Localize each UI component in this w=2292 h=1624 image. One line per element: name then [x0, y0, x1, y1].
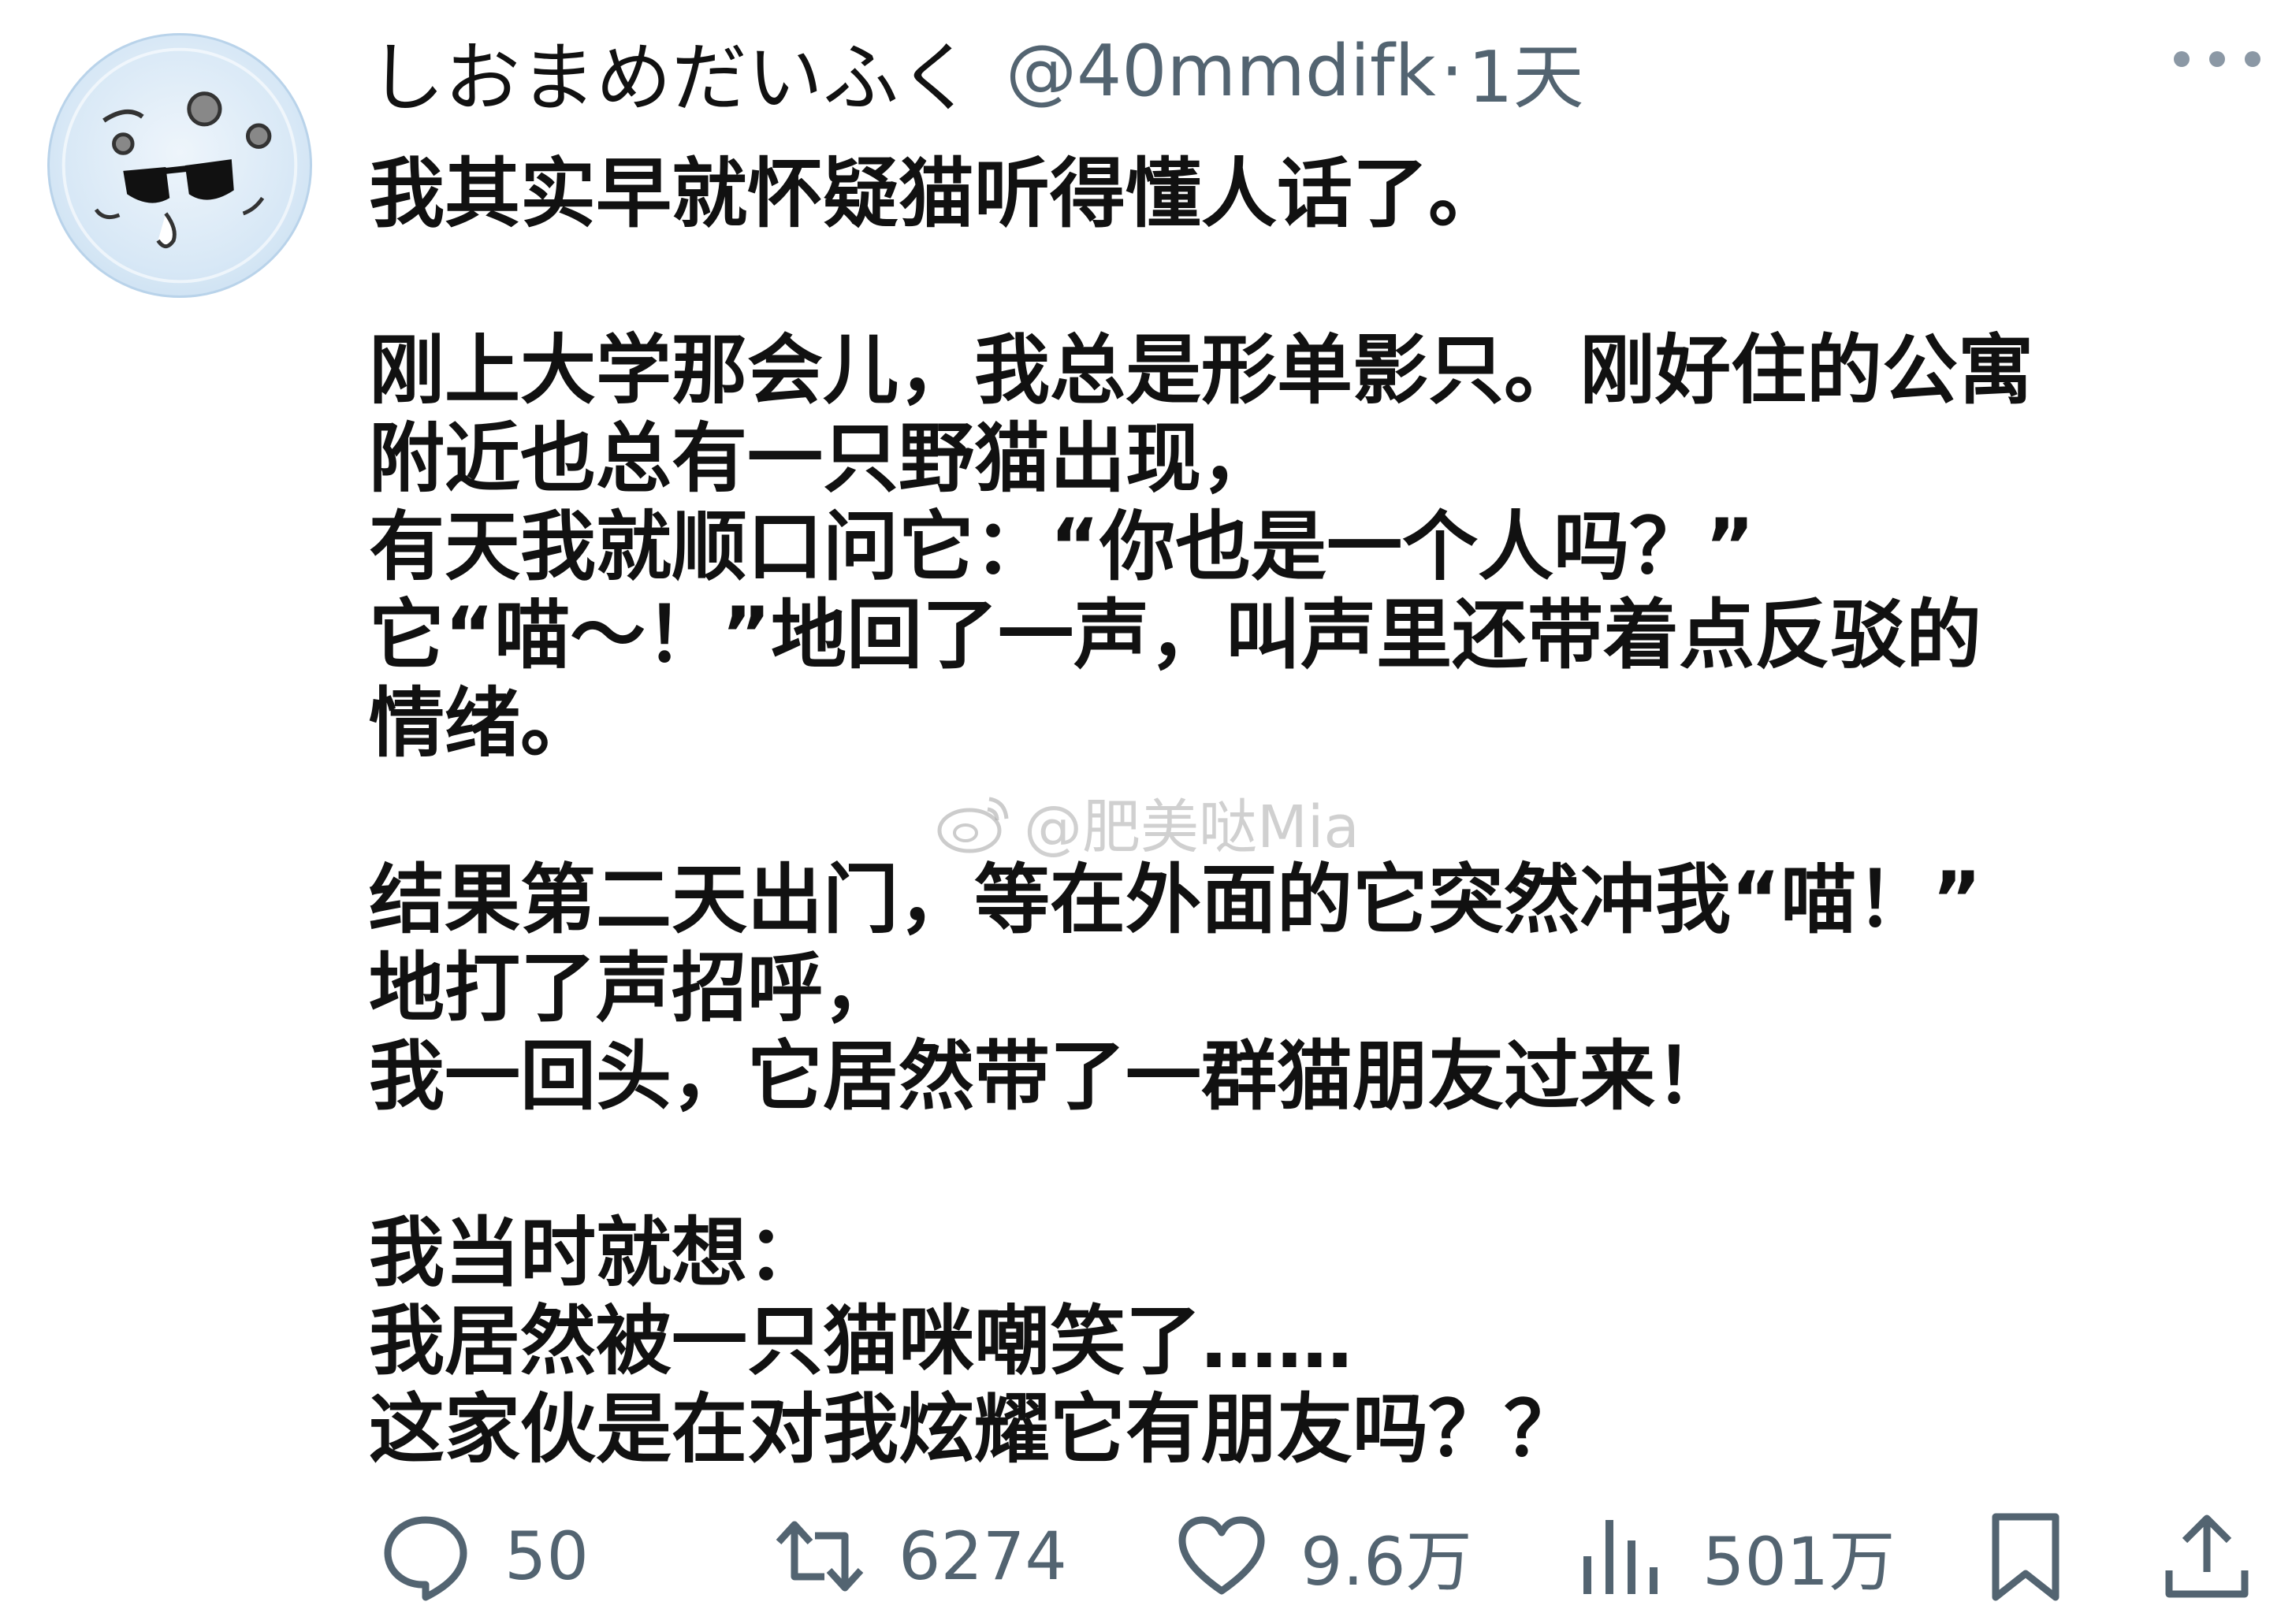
- avatar-face-icon: [61, 47, 298, 284]
- more-dots-icon[interactable]: [2174, 47, 2260, 71]
- text-line: 附近也总有一只野猫出现，: [369, 414, 1277, 503]
- like-button[interactable]: 9.6万: [1174, 1497, 1472, 1615]
- reply-button[interactable]: 50: [378, 1497, 589, 1615]
- bookmark-button[interactable]: [1978, 1497, 2073, 1615]
- paragraph-2: 刚上大学那会儿，我总是形单影只。刚好住的公寓 附近也总有一只野猫出现， 有天我就…: [369, 326, 2276, 767]
- retweet-button[interactable]: 6274: [772, 1497, 1067, 1615]
- text-line: 情绪。: [369, 679, 596, 767]
- text-line: 我一回头，它居然带了一群猫朋友过来！: [369, 1032, 1731, 1120]
- bar-chart-icon: [1583, 1520, 1658, 1594]
- text-line: 我当时就想：: [369, 1209, 823, 1297]
- post-header: しおまめだいふく @40mmdifk · 1天: [369, 16, 1584, 126]
- paragraph-4: 我当时就想： 我居然被一只猫咪嘲笑了…… 这家伙是在对我炫耀它有朋友吗？？: [369, 1209, 2276, 1473]
- text-line: 我居然被一只猫咪嘲笑了……: [369, 1297, 1353, 1385]
- text-line: 有天我就顺口问它：“你也是一个人吗？”: [369, 503, 1755, 591]
- heart-icon: [1178, 1516, 1265, 1595]
- views-button[interactable]: 501万: [1576, 1497, 1895, 1615]
- reply-bubble-icon: [384, 1516, 467, 1601]
- like-count: 9.6万: [1300, 1522, 1472, 1600]
- share-upload-icon: [2165, 1514, 2249, 1598]
- weibo-logo-icon: [937, 797, 1009, 853]
- user-handle[interactable]: @40mmdifk: [1006, 30, 1436, 113]
- watermark-text: @肥美哒Mia: [1024, 793, 1360, 861]
- user-avatar[interactable]: [47, 33, 312, 298]
- display-name[interactable]: しおまめだいふく: [369, 17, 974, 126]
- retweet-count: 6274: [899, 1518, 1067, 1595]
- text-line: 它“喵～！”地回了一声，叫声里还带着点反驳的: [369, 591, 1982, 679]
- post-time[interactable]: 1天: [1468, 20, 1583, 122]
- text-line: 结果第二天出门，等在外面的它突然冲我“喵！”: [369, 856, 1982, 944]
- retweet-icon: [776, 1521, 864, 1592]
- paragraph-1: 我其实早就怀疑猫听得懂人话了。: [369, 150, 2276, 238]
- paragraph-3: 结果第二天出门，等在外面的它突然冲我“喵！” 地打了声招呼， 我一回头，它居然带…: [369, 856, 2276, 1120]
- text-line: 这家伙是在对我炫耀它有朋友吗？？: [369, 1385, 1579, 1473]
- text-line: 我其实早就怀疑猫听得懂人话了。: [369, 150, 1504, 238]
- share-button[interactable]: [2160, 1497, 2254, 1615]
- text-line: 地打了声招呼，: [369, 944, 899, 1032]
- more-dot: [2209, 51, 2225, 67]
- separator-dot: ·: [1440, 29, 1464, 113]
- text-line: 刚上大学那会儿，我总是形单影只。刚好住的公寓: [369, 326, 2033, 414]
- watermark: @肥美哒Mia: [934, 780, 1360, 864]
- views-count: 501万: [1702, 1522, 1896, 1600]
- more-dot: [2245, 51, 2260, 67]
- bookmark-icon: [1992, 1513, 2059, 1601]
- more-dot: [2174, 51, 2190, 67]
- reply-count: 50: [504, 1518, 589, 1595]
- action-bar: 50 6274 9.6万 501万: [378, 1497, 2254, 1615]
